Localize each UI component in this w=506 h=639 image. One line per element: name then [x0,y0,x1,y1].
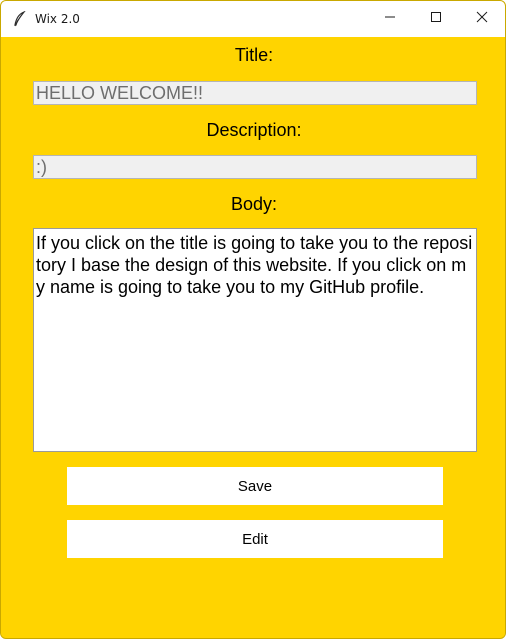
close-button[interactable] [459,1,505,37]
save-button[interactable]: Save [67,467,443,505]
body-textarea[interactable]: If you click on the title is going to ta… [33,228,477,452]
minimize-icon [384,10,396,28]
edit-button[interactable]: Edit [67,520,443,558]
description-input[interactable] [33,155,477,179]
maximize-icon [430,10,442,28]
close-icon [476,10,488,28]
minimize-button[interactable] [367,1,413,37]
title-input[interactable] [33,81,477,105]
title-label: Title: [234,45,274,65]
window-title: Wix 2.0 [35,12,80,26]
form-panel: Title: Description: Body: If you click o… [1,37,505,638]
feather-icon [13,10,27,27]
app-window: Wix 2.0 Title: Description: Body: [0,0,506,639]
description-label: Description: [206,120,302,140]
body-label: Body: [230,194,278,214]
title-bar[interactable]: Wix 2.0 [1,1,505,37]
maximize-button[interactable] [413,1,459,37]
